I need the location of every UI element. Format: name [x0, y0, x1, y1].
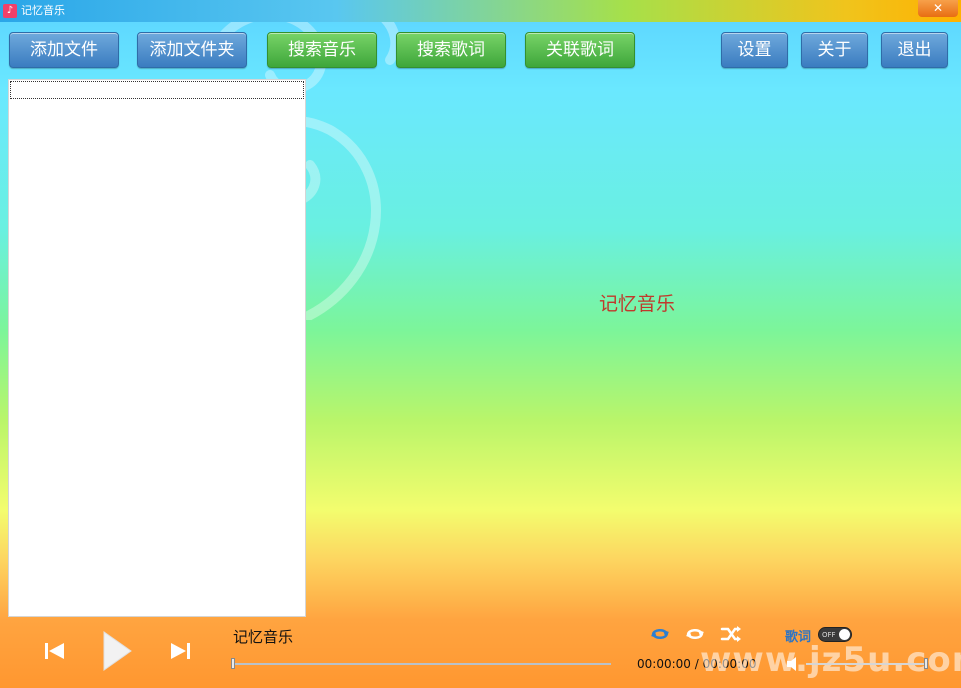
- add-file-button[interactable]: 添加文件: [9, 32, 119, 68]
- close-button[interactable]: ✕: [918, 0, 958, 17]
- previous-icon[interactable]: [44, 641, 66, 661]
- playlist-selected-row[interactable]: [10, 81, 304, 99]
- volume-knob[interactable]: [924, 658, 928, 669]
- search-music-button[interactable]: 搜索音乐: [267, 32, 377, 68]
- loop-list-icon[interactable]: [649, 625, 671, 643]
- music-note-icon: ♪: [3, 4, 17, 18]
- current-song-name: 记忆音乐: [233, 628, 294, 646]
- window-title: 记忆音乐: [21, 4, 65, 17]
- progress-track[interactable]: [233, 663, 611, 665]
- next-icon[interactable]: [169, 641, 191, 661]
- volume-track[interactable]: [806, 663, 928, 665]
- exit-button[interactable]: 退出: [881, 32, 948, 68]
- link-lyrics-button[interactable]: 关联歌词: [525, 32, 635, 68]
- progress-knob[interactable]: [231, 658, 235, 669]
- playlist-panel[interactable]: [8, 79, 306, 617]
- title-bar: ♪ 记忆音乐 ✕: [0, 0, 961, 22]
- settings-button[interactable]: 设置: [721, 32, 788, 68]
- toggle-knob: [839, 629, 850, 640]
- search-lyrics-button[interactable]: 搜索歌词: [396, 32, 506, 68]
- watermark: www.jz5u.com: [700, 640, 961, 680]
- about-button[interactable]: 关于: [801, 32, 868, 68]
- add-folder-button[interactable]: 添加文件夹: [137, 32, 247, 68]
- volume-icon[interactable]: [785, 656, 805, 672]
- lyrics-display-title: 记忆音乐: [598, 293, 675, 315]
- play-icon[interactable]: [102, 630, 132, 672]
